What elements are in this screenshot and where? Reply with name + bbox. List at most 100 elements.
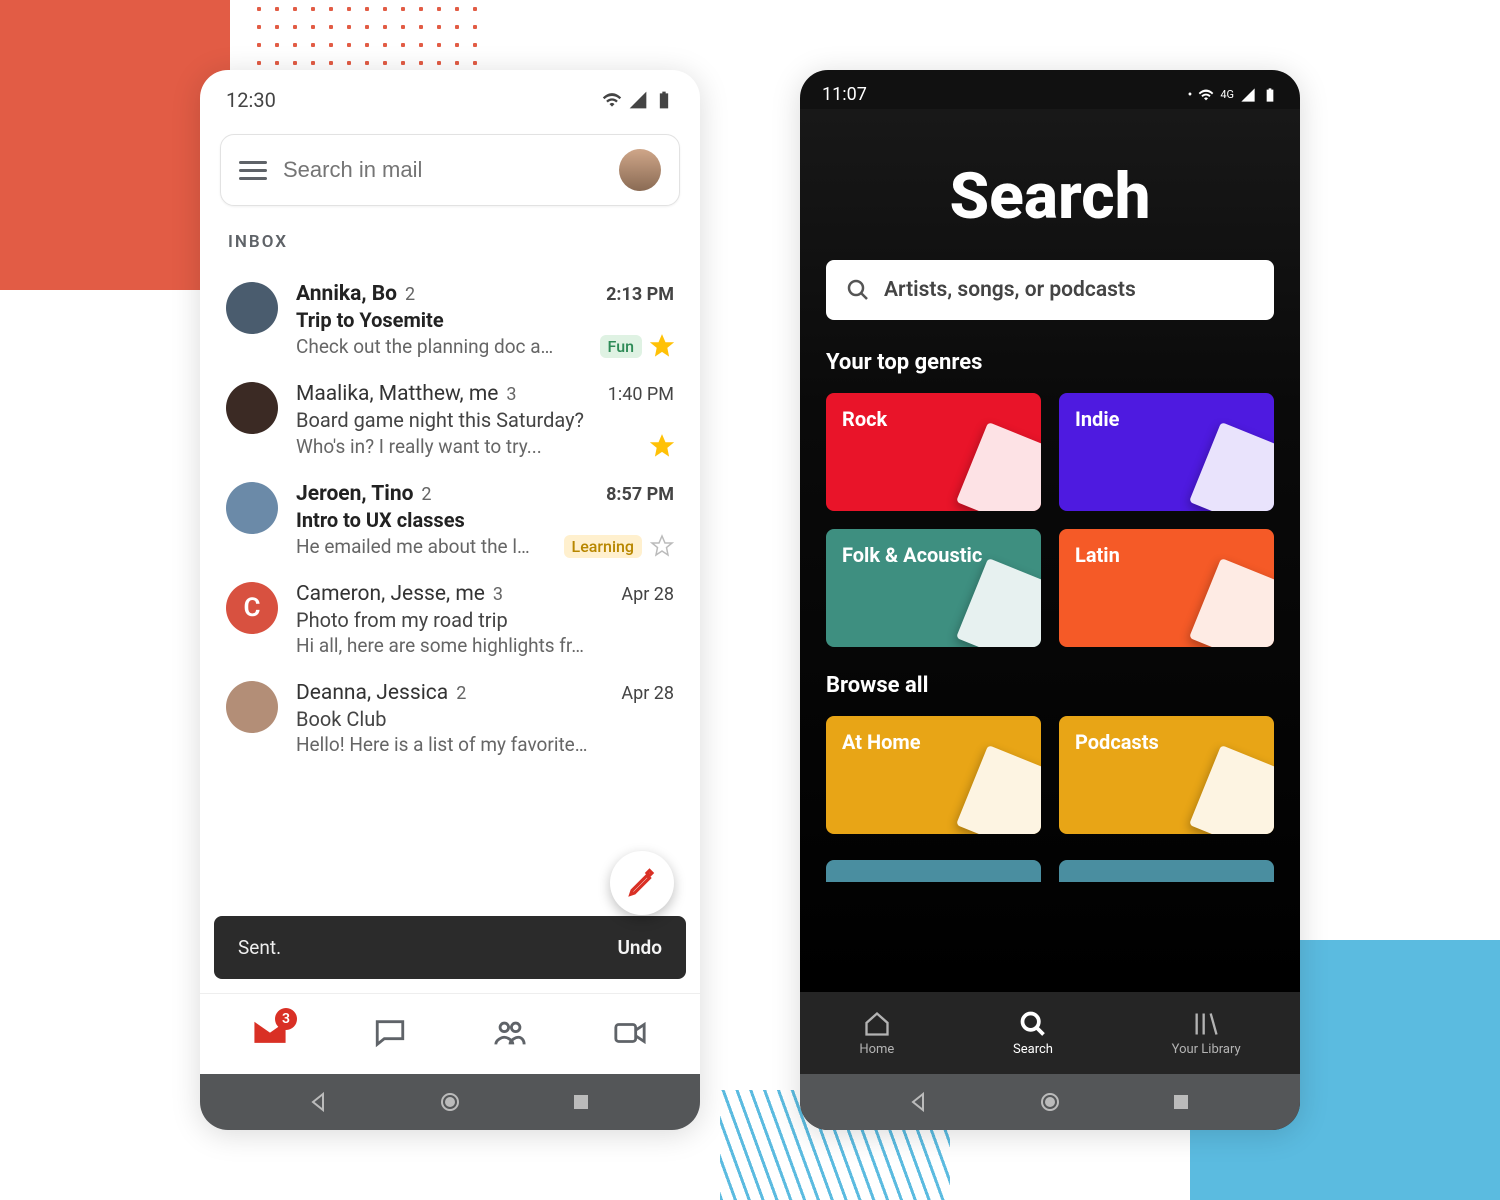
account-avatar[interactable] — [619, 149, 661, 191]
genre-card[interactable]: Rock — [826, 393, 1041, 511]
status-time: 11:07 — [822, 84, 867, 105]
nav-search-label: Search — [1013, 1042, 1053, 1057]
album-art — [1189, 745, 1274, 834]
star-icon[interactable] — [650, 434, 674, 458]
snackbar-undo[interactable]: Undo — [617, 936, 662, 959]
nav-back-icon[interactable] — [307, 1090, 331, 1114]
sender-name: Maalika, Matthew, me — [296, 382, 498, 406]
genre-card[interactable]: Folk & Acoustic — [826, 529, 1041, 647]
status-bar: 12:30 — [200, 70, 700, 118]
search-input[interactable] — [283, 157, 603, 183]
genre-label: Folk & Acoustic — [842, 543, 982, 567]
nav-chat[interactable] — [373, 1016, 407, 1054]
email-snippet: Who's in? I really want to try... — [296, 435, 642, 458]
wifi-icon — [1198, 87, 1214, 103]
email-row[interactable]: Annika, Bo 2 2:13 PM Trip to Yosemite Ch… — [216, 270, 684, 370]
nav-back-icon[interactable] — [907, 1090, 931, 1114]
genre-card[interactable]: Indie — [1059, 393, 1274, 511]
email-snippet: Hi all, here are some highlights fr… — [296, 634, 674, 657]
email-row[interactable]: Jeroen, Tino 2 8:57 PM Intro to UX class… — [216, 470, 684, 570]
browse-grid: At Home Podcasts — [820, 716, 1280, 834]
nav-search[interactable]: Search — [1013, 1010, 1053, 1057]
thread-count: 2 — [456, 683, 466, 704]
email-row[interactable]: Deanna, Jessica 2 Apr 28 Book Club Hello… — [216, 669, 684, 768]
search-icon — [1019, 1010, 1047, 1038]
nav-home[interactable]: Home — [859, 1010, 894, 1057]
genre-label: Latin — [1075, 543, 1120, 567]
album-art — [956, 422, 1041, 511]
album-art — [1189, 422, 1274, 511]
email-snippet: He emailed me about the l… — [296, 535, 556, 558]
browse-label: Podcasts — [1075, 730, 1159, 754]
email-time: Apr 28 — [621, 683, 674, 704]
bottom-nav: 3 — [200, 993, 700, 1074]
sender-name: Annika, Bo — [296, 282, 397, 306]
star-icon[interactable] — [650, 334, 674, 358]
sender-avatar[interactable] — [226, 382, 278, 434]
email-subject: Photo from my road trip — [296, 608, 674, 632]
sender-avatar[interactable] — [226, 482, 278, 534]
genre-grid: Rock Indie Folk & Acoustic Latin — [820, 393, 1280, 647]
thread-count: 2 — [405, 284, 415, 305]
genre-label: Indie — [1075, 407, 1119, 431]
email-subject: Book Club — [296, 707, 674, 731]
signal-icon — [628, 90, 648, 110]
email-tag: Learning — [564, 535, 642, 558]
library-icon — [1192, 1010, 1220, 1038]
compose-button[interactable] — [610, 851, 674, 915]
email-time: Apr 28 — [621, 584, 674, 605]
email-time: 2:13 PM — [606, 284, 674, 305]
chat-icon — [373, 1016, 407, 1050]
thread-count: 3 — [493, 584, 503, 605]
status-bar: 11:07 • 4G — [800, 70, 1300, 109]
nav-home-label: Home — [859, 1042, 894, 1057]
network-label: 4G — [1220, 88, 1234, 101]
nav-mail[interactable]: 3 — [253, 1016, 287, 1054]
android-nav — [200, 1074, 700, 1130]
home-icon — [863, 1010, 891, 1038]
nav-recents-icon[interactable] — [1169, 1090, 1193, 1114]
sender-avatar[interactable]: C — [226, 582, 278, 634]
email-tag: Fun — [600, 335, 642, 358]
browse-card-tease[interactable] — [1059, 860, 1274, 882]
email-snippet: Hello! Here is a list of my favorite… — [296, 733, 674, 756]
sender-name: Jeroen, Tino — [296, 482, 413, 506]
star-icon[interactable] — [650, 534, 674, 558]
search-bar[interactable]: Artists, songs, or podcasts — [826, 260, 1274, 320]
nav-home-icon[interactable] — [1038, 1090, 1062, 1114]
gmail-phone: 12:30 INBOX Annika, Bo 2 2:13 PM Trip to… — [200, 70, 700, 1130]
email-row[interactable]: C Cameron, Jesse, me 3 Apr 28 Photo from… — [216, 570, 684, 669]
nav-home-icon[interactable] — [438, 1090, 462, 1114]
album-art — [956, 558, 1041, 647]
menu-icon[interactable] — [239, 161, 267, 180]
email-time: 1:40 PM — [608, 384, 674, 405]
browse-card-tease[interactable] — [826, 860, 1041, 882]
nav-recents-icon[interactable] — [569, 1090, 593, 1114]
status-time: 12:30 — [226, 88, 276, 112]
album-art — [1189, 558, 1274, 647]
genre-label: Rock — [842, 407, 887, 431]
browse-card[interactable]: At Home — [826, 716, 1041, 834]
sender-name: Cameron, Jesse, me — [296, 582, 485, 606]
section-top-genres: Your top genres — [826, 350, 1274, 375]
search-bar[interactable] — [220, 134, 680, 206]
nav-library[interactable]: Your Library — [1172, 1010, 1241, 1057]
email-list[interactable]: Annika, Bo 2 2:13 PM Trip to Yosemite Ch… — [200, 270, 700, 916]
spotify-phone: 11:07 • 4G Search Artists, songs, or pod… — [800, 70, 1300, 1130]
nav-meet[interactable] — [613, 1016, 647, 1054]
battery-icon — [1262, 87, 1278, 103]
genre-card[interactable]: Latin — [1059, 529, 1274, 647]
email-subject: Trip to Yosemite — [296, 308, 674, 332]
mail-badge: 3 — [275, 1008, 297, 1030]
email-row[interactable]: Maalika, Matthew, me 3 1:40 PM Board gam… — [216, 370, 684, 470]
email-time: 8:57 PM — [606, 484, 674, 505]
sender-avatar[interactable] — [226, 282, 278, 334]
nav-spaces[interactable] — [493, 1016, 527, 1054]
sender-avatar[interactable] — [226, 681, 278, 733]
section-label-inbox: INBOX — [200, 222, 700, 270]
video-icon — [613, 1016, 647, 1050]
browse-label: At Home — [842, 730, 921, 754]
browse-tease-row — [820, 860, 1280, 882]
browse-card[interactable]: Podcasts — [1059, 716, 1274, 834]
bottom-nav: Home Search Your Library — [800, 992, 1300, 1074]
